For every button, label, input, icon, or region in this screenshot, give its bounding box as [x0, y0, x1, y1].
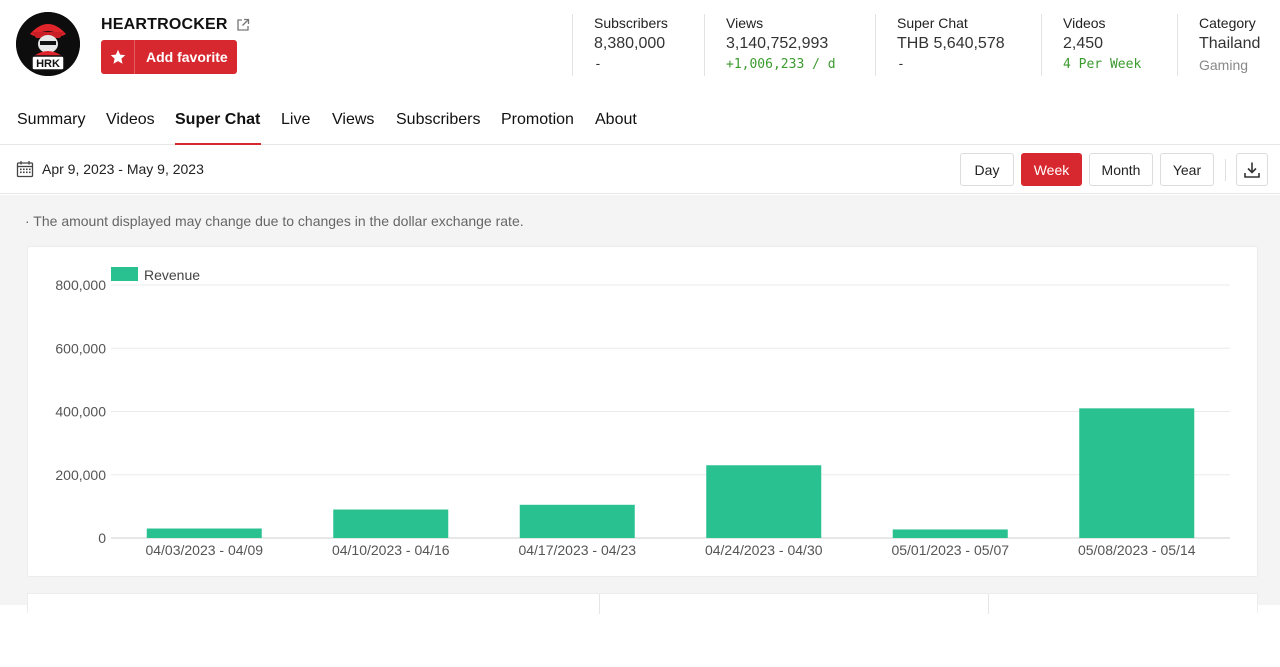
- tab-summary[interactable]: Summary: [17, 111, 85, 129]
- y-tick-label: 0: [98, 530, 106, 546]
- revenue-bar[interactable]: [892, 529, 1008, 538]
- period-month-button[interactable]: Month: [1089, 153, 1153, 186]
- period-year-button[interactable]: Year: [1160, 153, 1214, 186]
- avatar-image: HRK: [16, 12, 80, 76]
- stat-divider: [1177, 14, 1178, 76]
- x-tick-label: 04/03/2023 - 04/09: [145, 542, 263, 558]
- stat-sub: -: [594, 57, 602, 72]
- tab-promotion[interactable]: Promotion: [501, 111, 574, 129]
- x-tick-label: 04/24/2023 - 04/30: [705, 542, 823, 558]
- stat-value: THB 5,640,578: [897, 35, 1005, 52]
- stat-label: Subscribers: [594, 15, 668, 31]
- stat-value: 8,380,000: [594, 35, 666, 52]
- stat-label: Views: [726, 15, 764, 31]
- y-tick-label: 600,000: [55, 340, 106, 356]
- y-tick-label: 200,000: [55, 467, 106, 483]
- stat-sub: +1,006,233 / d: [726, 57, 836, 72]
- stat-divider: [572, 14, 573, 76]
- calendar-icon: [16, 161, 34, 178]
- stat-divider: [875, 14, 876, 76]
- tab-views[interactable]: Views: [332, 111, 374, 129]
- content-area: · The amount displayed may change due to…: [0, 195, 1280, 614]
- revenue-bar[interactable]: [1079, 408, 1195, 538]
- download-button[interactable]: [1236, 153, 1268, 186]
- stat-subscribers: Subscribers 8,380,000 -: [594, 14, 668, 76]
- date-range-label: Apr 9, 2023 - May 9, 2023: [42, 161, 204, 177]
- x-tick-label: 04/10/2023 - 04/16: [332, 542, 450, 558]
- add-favorite-button[interactable]: Add favorite: [101, 40, 237, 74]
- legend-label[interactable]: Revenue: [144, 267, 200, 283]
- y-tick-label: 400,000: [55, 404, 106, 420]
- external-link-icon[interactable]: [236, 18, 250, 32]
- stat-value: Thailand: [1199, 35, 1261, 52]
- tab-about[interactable]: About: [595, 111, 637, 129]
- stat-divider: [704, 14, 705, 76]
- revenue-bar[interactable]: [333, 509, 449, 538]
- stat-value: 2,450: [1063, 35, 1104, 52]
- stat-views: Views 3,140,752,993 +1,006,233 / d: [726, 14, 836, 76]
- channel-name[interactable]: HEARTROCKER: [101, 16, 228, 34]
- stat-divider: [1041, 14, 1042, 76]
- stat-value: 3,140,752,993: [726, 35, 829, 52]
- tab-live[interactable]: Live: [281, 111, 310, 129]
- card-divider: [599, 594, 600, 614]
- stat-label: Category: [1199, 15, 1256, 31]
- x-tick-label: 04/17/2023 - 04/23: [518, 542, 636, 558]
- add-favorite-label: Add favorite: [146, 49, 228, 65]
- revenue-chart: 800,000 600,000 400,000 200,000 0 04/03/2023…: [55, 267, 1230, 558]
- channel-tabs: Summary Videos Super Chat Live Views Sub…: [0, 96, 1280, 146]
- avatar-logo-text: HRK: [36, 58, 60, 70]
- x-tick-label: 05/08/2023 - 05/14: [1078, 542, 1196, 558]
- stat-videos: Videos 2,450 4 Per Week: [1063, 14, 1141, 76]
- channel-name-row: HEARTROCKER: [101, 15, 250, 35]
- star-icon: [101, 40, 135, 74]
- date-range-picker[interactable]: Apr 9, 2023 - May 9, 2023: [16, 160, 204, 178]
- stat-sub: -: [897, 57, 905, 72]
- y-tick-label: 800,000: [55, 277, 106, 293]
- revenue-bar[interactable]: [706, 465, 822, 538]
- stat-sub: 4 Per Week: [1063, 57, 1142, 72]
- revenue-bar[interactable]: [146, 528, 262, 538]
- tab-videos[interactable]: Videos: [106, 111, 155, 129]
- period-day-button[interactable]: Day: [960, 153, 1014, 186]
- toolbar-divider: [1225, 159, 1226, 181]
- tab-super-chat[interactable]: Super Chat: [175, 111, 260, 129]
- stat-category: Category Thailand Gaming: [1199, 14, 1260, 76]
- date-toolbar: Apr 9, 2023 - May 9, 2023 Day Week Month…: [0, 145, 1280, 194]
- stat-super-chat: Super Chat THB 5,640,578 -: [897, 14, 1005, 76]
- x-tick-label: 05/01/2023 - 05/07: [891, 542, 1009, 558]
- revenue-chart-card: 800,000 600,000 400,000 200,000 0 04/03/2023…: [27, 246, 1258, 577]
- download-icon: [1244, 162, 1260, 178]
- legend-swatch[interactable]: [111, 267, 138, 281]
- revenue-bar[interactable]: [519, 504, 635, 538]
- card-divider: [988, 594, 989, 614]
- exchange-rate-note: · The amount displayed may change due to…: [25, 213, 524, 229]
- stat-sub: Gaming: [1199, 57, 1249, 73]
- channel-avatar[interactable]: HRK: [16, 12, 80, 76]
- tab-subscribers[interactable]: Subscribers: [396, 111, 480, 129]
- stat-label: Super Chat: [897, 15, 968, 31]
- channel-header: HRK HEARTROCKER Add favorite Subscribers…: [0, 0, 1280, 96]
- stat-label: Videos: [1063, 15, 1106, 31]
- stats-summary-card: [27, 593, 1258, 614]
- period-week-button[interactable]: Week: [1021, 153, 1082, 186]
